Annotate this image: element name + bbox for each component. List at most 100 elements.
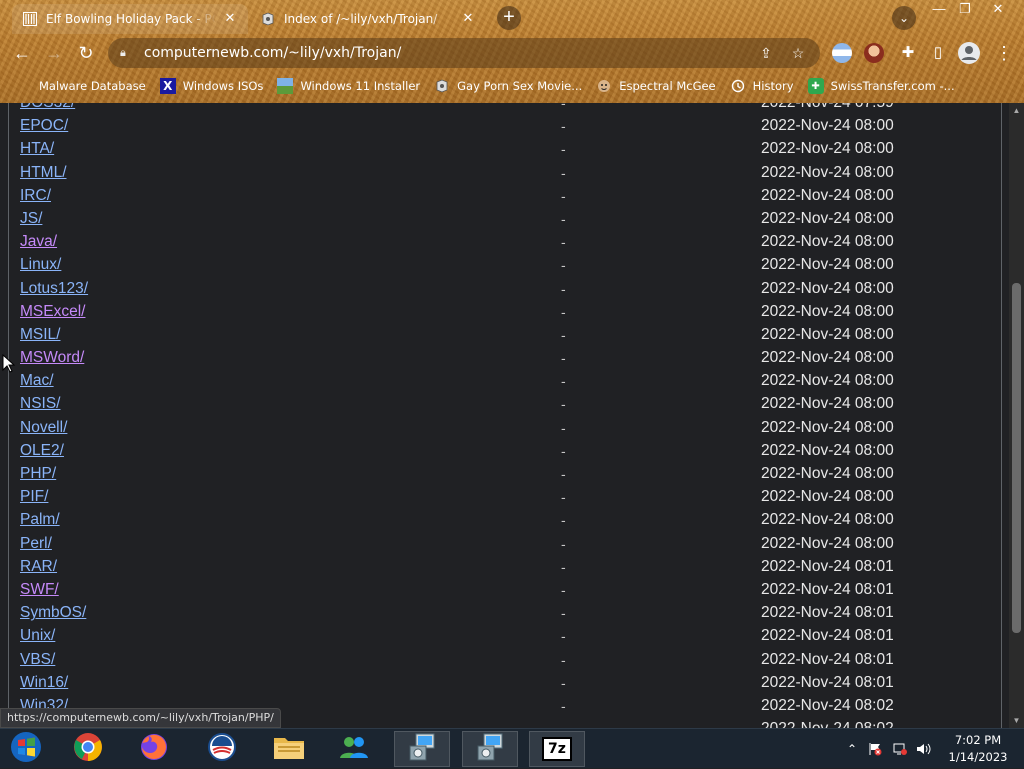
directory-link[interactable]: HTML/: [20, 164, 67, 182]
taskbar-7zip[interactable]: 7z: [529, 731, 585, 767]
directory-link[interactable]: EPOC/: [20, 117, 68, 135]
chrome-icon: [72, 731, 104, 768]
directory-link[interactable]: MSWord/: [20, 349, 84, 367]
close-tab-icon[interactable]: ✕: [222, 11, 238, 27]
bookmark-windows-11-installer[interactable]: Windows 11 Installer: [277, 78, 420, 94]
directory-link[interactable]: Novell/: [20, 419, 67, 437]
table-row: MSExcel/ - 2022-Nov-24 08:00: [9, 300, 1001, 323]
share-icon[interactable]: ⇪: [756, 45, 776, 62]
directory-link[interactable]: OLE2/: [20, 442, 64, 460]
start-button[interactable]: [0, 731, 52, 767]
taskbar-chrome[interactable]: [60, 731, 116, 767]
modified-date-cell: 2022-Nov-24 08:01: [761, 604, 894, 622]
directory-link[interactable]: VBS/: [20, 651, 55, 669]
grid-icon: [22, 11, 38, 27]
size-cell: -: [561, 303, 566, 320]
page-scrollbar[interactable]: ▲ ▼: [1009, 103, 1024, 728]
side-panel-icon[interactable]: ▯: [926, 41, 950, 65]
tab-index-trojan[interactable]: Index of /~lily/vxh/Trojan/ ✕: [250, 4, 486, 34]
bookmark-star-icon[interactable]: ☆: [788, 45, 808, 62]
bookmark-malware-database[interactable]: Malware Database: [16, 78, 146, 94]
new-tab-button[interactable]: +: [497, 6, 521, 30]
close-tab-icon[interactable]: ✕: [460, 11, 476, 27]
modified-date-cell: 2022-Nov-24 08:01: [761, 557, 894, 575]
directory-link[interactable]: PIF/: [20, 488, 48, 506]
network-people-icon: [337, 732, 371, 767]
action-center-flag-icon[interactable]: [866, 729, 884, 769]
bookmark-swisstransfer[interactable]: ✚ SwissTransfer.com -...: [807, 78, 955, 94]
reload-button[interactable]: ↻: [74, 41, 98, 65]
volume-icon[interactable]: [914, 729, 934, 769]
bookmark-history[interactable]: History: [730, 78, 794, 94]
modified-date-cell: 2022-Nov-24 08:00: [761, 209, 894, 227]
directory-link[interactable]: Unix/: [20, 627, 55, 645]
network-status-icon[interactable]: [890, 729, 910, 769]
taskbar-network[interactable]: [326, 731, 382, 767]
directory-link[interactable]: Java/: [20, 233, 57, 251]
modified-date-cell: 2022-Nov-24 08:01: [761, 627, 894, 645]
size-cell: -: [561, 558, 566, 575]
directory-link[interactable]: SymbOS/: [20, 604, 86, 622]
bookmark-espectral-mcgee[interactable]: Espectral McGee: [596, 78, 716, 94]
modified-date-cell: 2022-Nov-24 08:00: [761, 488, 894, 506]
directory-link[interactable]: Mac/: [20, 372, 54, 390]
bookmark-windows-isos[interactable]: X Windows ISOs: [159, 78, 263, 94]
taskbar-installer-1[interactable]: [394, 731, 450, 767]
modified-date-cell: 2022-Nov-24 08:00: [761, 117, 894, 135]
tab-search-button[interactable]: ⌄: [892, 6, 916, 30]
close-window-button[interactable]: ✕: [983, 0, 1013, 18]
taskbar-installer-2[interactable]: [462, 731, 518, 767]
size-cell: -: [561, 651, 566, 668]
directory-link[interactable]: NSIS/: [20, 395, 60, 413]
scroll-down-arrow-icon[interactable]: ▼: [1009, 713, 1024, 728]
directory-link[interactable]: MSIL/: [20, 326, 60, 344]
lock-icon[interactable]: 🔒︎: [120, 47, 134, 60]
table-row: OLE2/ - 2022-Nov-24 08:00: [9, 439, 1001, 462]
directory-link[interactable]: IRC/: [20, 187, 51, 205]
forward-button[interactable]: →: [42, 41, 66, 65]
directory-link[interactable]: MSExcel/: [20, 303, 85, 321]
menu-kebab-icon[interactable]: ⋮: [992, 41, 1016, 65]
flag-extension-icon[interactable]: [832, 43, 852, 63]
address-bar[interactable]: 🔒︎ computernewb.com/~lily/vxh/Trojan/ ⇪ …: [108, 38, 820, 68]
directory-link[interactable]: JS/: [20, 210, 42, 228]
directory-link[interactable]: HTA/: [20, 140, 54, 158]
system-clock[interactable]: 7:02 PM 1/14/2023: [938, 732, 1018, 766]
url-text[interactable]: computernewb.com/~lily/vxh/Trojan/: [144, 45, 756, 61]
directory-link[interactable]: Perl/: [20, 535, 52, 553]
tab-title: Index of /~lily/vxh/Trojan/: [284, 12, 438, 26]
show-hidden-icons-chevron[interactable]: ⌃: [844, 729, 860, 769]
bookmark-gay-porn-sex-movie[interactable]: Gay Porn Sex Movie...: [434, 78, 582, 94]
restore-button[interactable]: ❐: [950, 0, 980, 18]
table-row: EPOC/ - 2022-Nov-24 08:00: [9, 114, 1001, 137]
table-row: HTML/ - 2022-Nov-24 08:00: [9, 161, 1001, 184]
size-cell: -: [561, 466, 566, 482]
directory-link[interactable]: SWF/: [20, 581, 59, 599]
modified-date-cell: 2022-Nov-24 07:59: [761, 103, 894, 112]
modified-date-cell: 2022-Nov-24 08:01: [761, 673, 894, 691]
tab-elf-bowling[interactable]: Elf Bowling Holiday Pack - PC gam ✕: [12, 4, 248, 34]
extensions-puzzle-icon[interactable]: ✚: [896, 41, 920, 65]
account-avatar-icon[interactable]: [958, 42, 980, 64]
directory-link[interactable]: Palm/: [20, 511, 60, 529]
scrollbar-thumb[interactable]: [1012, 283, 1021, 633]
directory-link[interactable]: DOS32/: [20, 103, 75, 112]
back-button[interactable]: ←: [10, 41, 34, 65]
size-cell: -: [561, 234, 566, 251]
clock-time: 7:02 PM: [954, 733, 1002, 747]
directory-link[interactable]: Win16/: [20, 674, 68, 692]
directory-link[interactable]: Linux/: [20, 256, 61, 274]
directory-link[interactable]: Lotus123/: [20, 280, 88, 298]
scroll-up-arrow-icon[interactable]: ▲: [1009, 103, 1024, 118]
taskbar-file-explorer[interactable]: [261, 731, 317, 767]
profile-extension-icon[interactable]: [864, 43, 884, 63]
taskbar-firefox[interactable]: [126, 731, 182, 767]
directory-link[interactable]: PHP/: [20, 465, 56, 483]
table-row: NSIS/ - 2022-Nov-24 08:00: [9, 392, 1001, 415]
table-row: MSIL/ - 2022-Nov-24 08:00: [9, 323, 1001, 346]
mouse-pointer-icon: [2, 354, 16, 373]
directory-link[interactable]: RAR/: [20, 558, 57, 576]
taskbar-obama[interactable]: [194, 731, 250, 767]
size-cell: -: [561, 628, 566, 645]
table-row: Linux/ - 2022-Nov-24 08:00: [9, 253, 1001, 276]
